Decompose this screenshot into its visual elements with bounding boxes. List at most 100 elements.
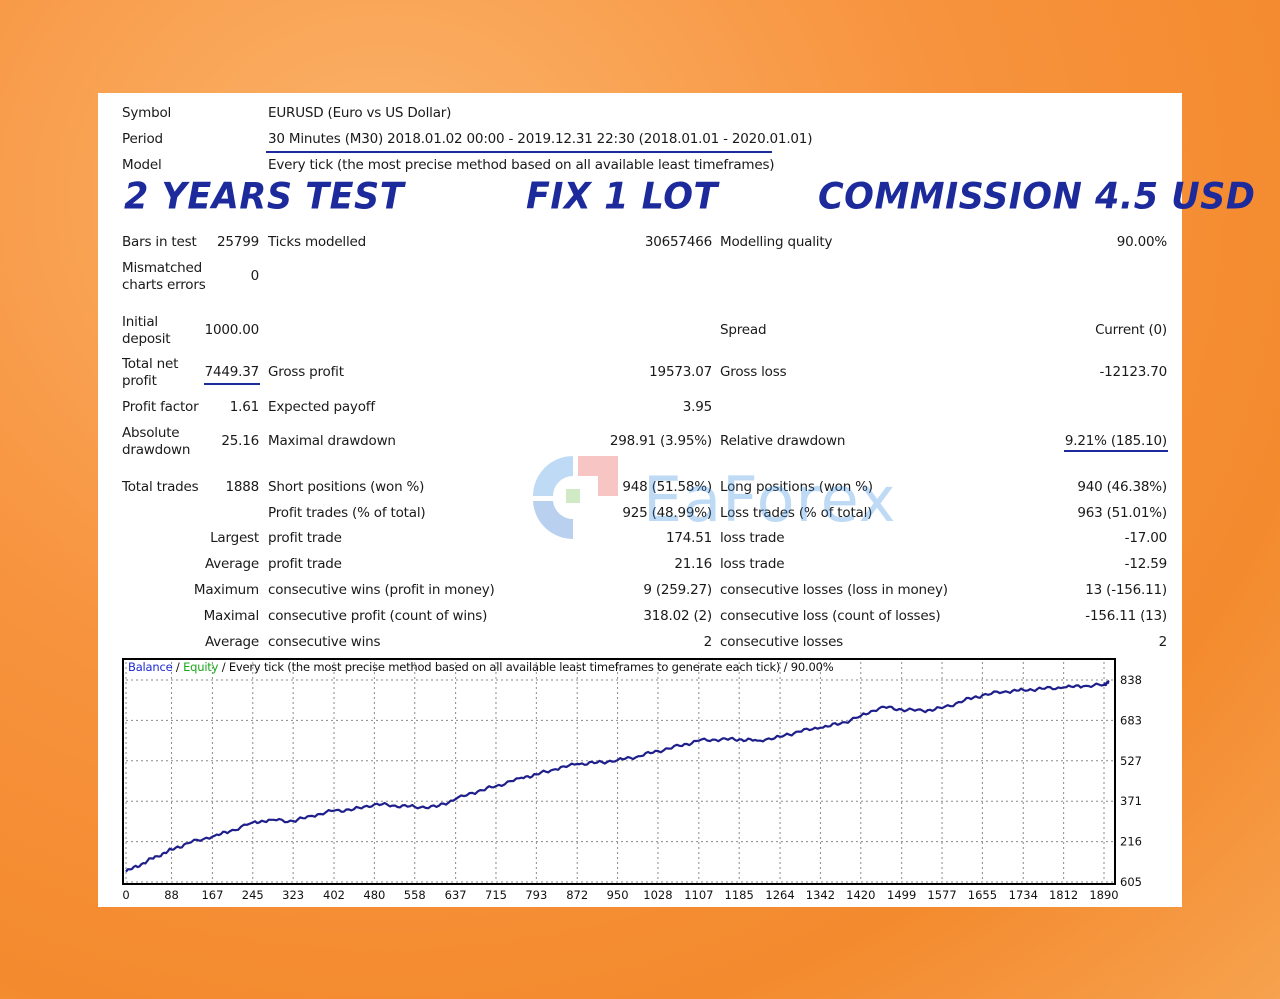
quality-label: Modelling quality — [720, 234, 833, 250]
legend-equity: Equity — [183, 660, 219, 674]
headline-lot: FIX 1 LOT — [526, 176, 718, 218]
largest-label: Largest — [210, 530, 259, 546]
absdd-label-2: drawdown — [122, 442, 191, 458]
x-tick-label: 872 — [566, 888, 588, 902]
model-value: Every tick (the most precise method base… — [268, 157, 775, 173]
maxwins-label: consecutive wins (profit in money) — [268, 582, 495, 598]
spread-value: Current (0) — [1095, 322, 1167, 338]
x-tick-label: 793 — [525, 888, 547, 902]
x-tick-label: 480 — [363, 888, 385, 902]
x-tick-label: 558 — [404, 888, 426, 902]
largest-profit-value: 174.51 — [665, 530, 712, 546]
maxdd-value: 298.91 (3.95%) — [609, 433, 712, 449]
plot-frame — [122, 658, 1116, 885]
profittrades-label: Profit trades (% of total) — [268, 505, 426, 521]
symbol-label: Symbol — [122, 105, 172, 121]
profittrades-value: 925 (48.99%) — [622, 505, 712, 521]
maxdd-label: Maximal drawdown — [268, 433, 396, 449]
deposit-label-2: deposit — [122, 331, 171, 347]
x-tick-label: 167 — [201, 888, 223, 902]
netprofit-label-2: profit — [122, 373, 157, 389]
x-tick-label: 1107 — [684, 888, 713, 902]
x-tick-label: 88 — [164, 888, 179, 902]
maxloss-label: consecutive loss (count of losses) — [720, 608, 941, 624]
legend-description: / Every tick (the most precise method ba… — [218, 660, 834, 674]
watermark-text: EaForex — [643, 463, 897, 536]
maxlosses-value: 13 (-156.11) — [1085, 582, 1167, 598]
reldd-underline — [1064, 450, 1168, 452]
maxprofit-value: 318.02 (2) — [643, 608, 712, 624]
period-underline — [266, 151, 772, 153]
x-tick-label: 1342 — [806, 888, 835, 902]
y-tick-label: 6831 — [1120, 713, 1142, 727]
maximum-label: Maximum — [193, 582, 259, 598]
chart-legend: Balance / Equity / Every tick (the most … — [128, 660, 834, 674]
x-tick-label: 1577 — [927, 888, 956, 902]
x-tick-label: 1264 — [765, 888, 794, 902]
maxwins-value: 9 (259.27) — [643, 582, 712, 598]
losstrades-value: 963 (51.01%) — [1077, 505, 1167, 521]
reldd-value: 9.21% (185.10) — [1064, 433, 1167, 449]
maxloss-value: -156.11 (13) — [1085, 608, 1167, 624]
average2-label: Average — [204, 634, 259, 650]
y-tick-label: 5275 — [1120, 754, 1142, 768]
symbol-value: EURUSD (Euro vs US Dollar) — [268, 105, 452, 121]
average-label: Average — [204, 556, 259, 572]
x-tick-label: 715 — [485, 888, 507, 902]
largest-loss-value: -17.00 — [1124, 530, 1168, 546]
bars-value: 25799 — [217, 234, 259, 250]
trades-value: 1888 — [225, 479, 259, 495]
reldd-label: Relative drawdown — [720, 433, 846, 449]
eaforex-logo-icon — [533, 456, 618, 539]
x-tick-label: 637 — [445, 888, 467, 902]
avglosses-value: 2 — [1158, 634, 1168, 650]
x-tick-label: 1655 — [968, 888, 997, 902]
headline-years: 2 YEARS TEST — [124, 176, 405, 218]
pf-value: 1.61 — [229, 399, 259, 415]
x-tick-label: 1890 — [1089, 888, 1118, 902]
y-tick-label: 3718 — [1120, 794, 1142, 808]
period-label: Period — [122, 131, 163, 147]
x-tick-label: 1499 — [887, 888, 916, 902]
avglosses-label: consecutive losses — [720, 634, 844, 650]
x-tick-label: 245 — [242, 888, 264, 902]
ticks-label: Ticks modelled — [268, 234, 367, 250]
absdd-value: 25.16 — [221, 433, 259, 449]
legend-separator: / — [172, 660, 184, 674]
maximal-label: Maximal — [203, 608, 260, 624]
mismatch-label-2: charts errors — [122, 277, 206, 293]
balance-chart: 605 2162 3718 5275 6831 8387 0 88 167 245 323 402 4… — [122, 658, 1149, 904]
period-value: 30 Minutes (M30) 2018.01.02 00:00 - 2019… — [268, 131, 813, 147]
long-value: 940 (46.38%) — [1077, 479, 1167, 495]
deposit-label-1: Initial — [122, 314, 158, 330]
mismatch-label-1: Mismatched — [122, 260, 203, 276]
largest-profit-label: profit trade — [268, 530, 342, 546]
short-label: Short positions (won %) — [268, 479, 425, 495]
spread-label: Spread — [720, 322, 767, 338]
netprofit-underline — [204, 383, 260, 385]
grossprofit-label: Gross profit — [268, 364, 344, 380]
maxprofit-label: consecutive profit (count of wins) — [268, 608, 488, 624]
grossloss-value: -12123.70 — [1099, 364, 1168, 380]
average-loss-label: loss trade — [720, 556, 785, 572]
long-label: Long positions (won %) — [720, 479, 873, 495]
trades-label: Total trades — [122, 479, 199, 495]
x-tick-label: 323 — [282, 888, 304, 902]
payoff-value: 3.95 — [682, 399, 712, 415]
largest-loss-label: loss trade — [720, 530, 785, 546]
y-tick-label: 8387 — [1120, 673, 1142, 687]
average-profit-value: 21.16 — [674, 556, 712, 572]
x-tick-label: 1812 — [1049, 888, 1078, 902]
y-tick-label: 605 — [1120, 875, 1142, 889]
ticks-value: 30657466 — [644, 234, 712, 250]
netprofit-value: 7449.37 — [204, 364, 260, 380]
x-tick-label: 402 — [323, 888, 345, 902]
short-value: 948 (51.58%) — [622, 479, 712, 495]
model-label: Model — [122, 157, 162, 173]
avgwins-value: 2 — [703, 634, 713, 650]
bars-label: Bars in test — [122, 234, 197, 250]
legend-balance: Balance — [128, 660, 173, 674]
x-tick-label: 1734 — [1009, 888, 1038, 902]
headline-commission: COMMISSION 4.5 USD — [818, 176, 1256, 218]
losstrades-label: Loss trades (% of total) — [720, 505, 873, 521]
